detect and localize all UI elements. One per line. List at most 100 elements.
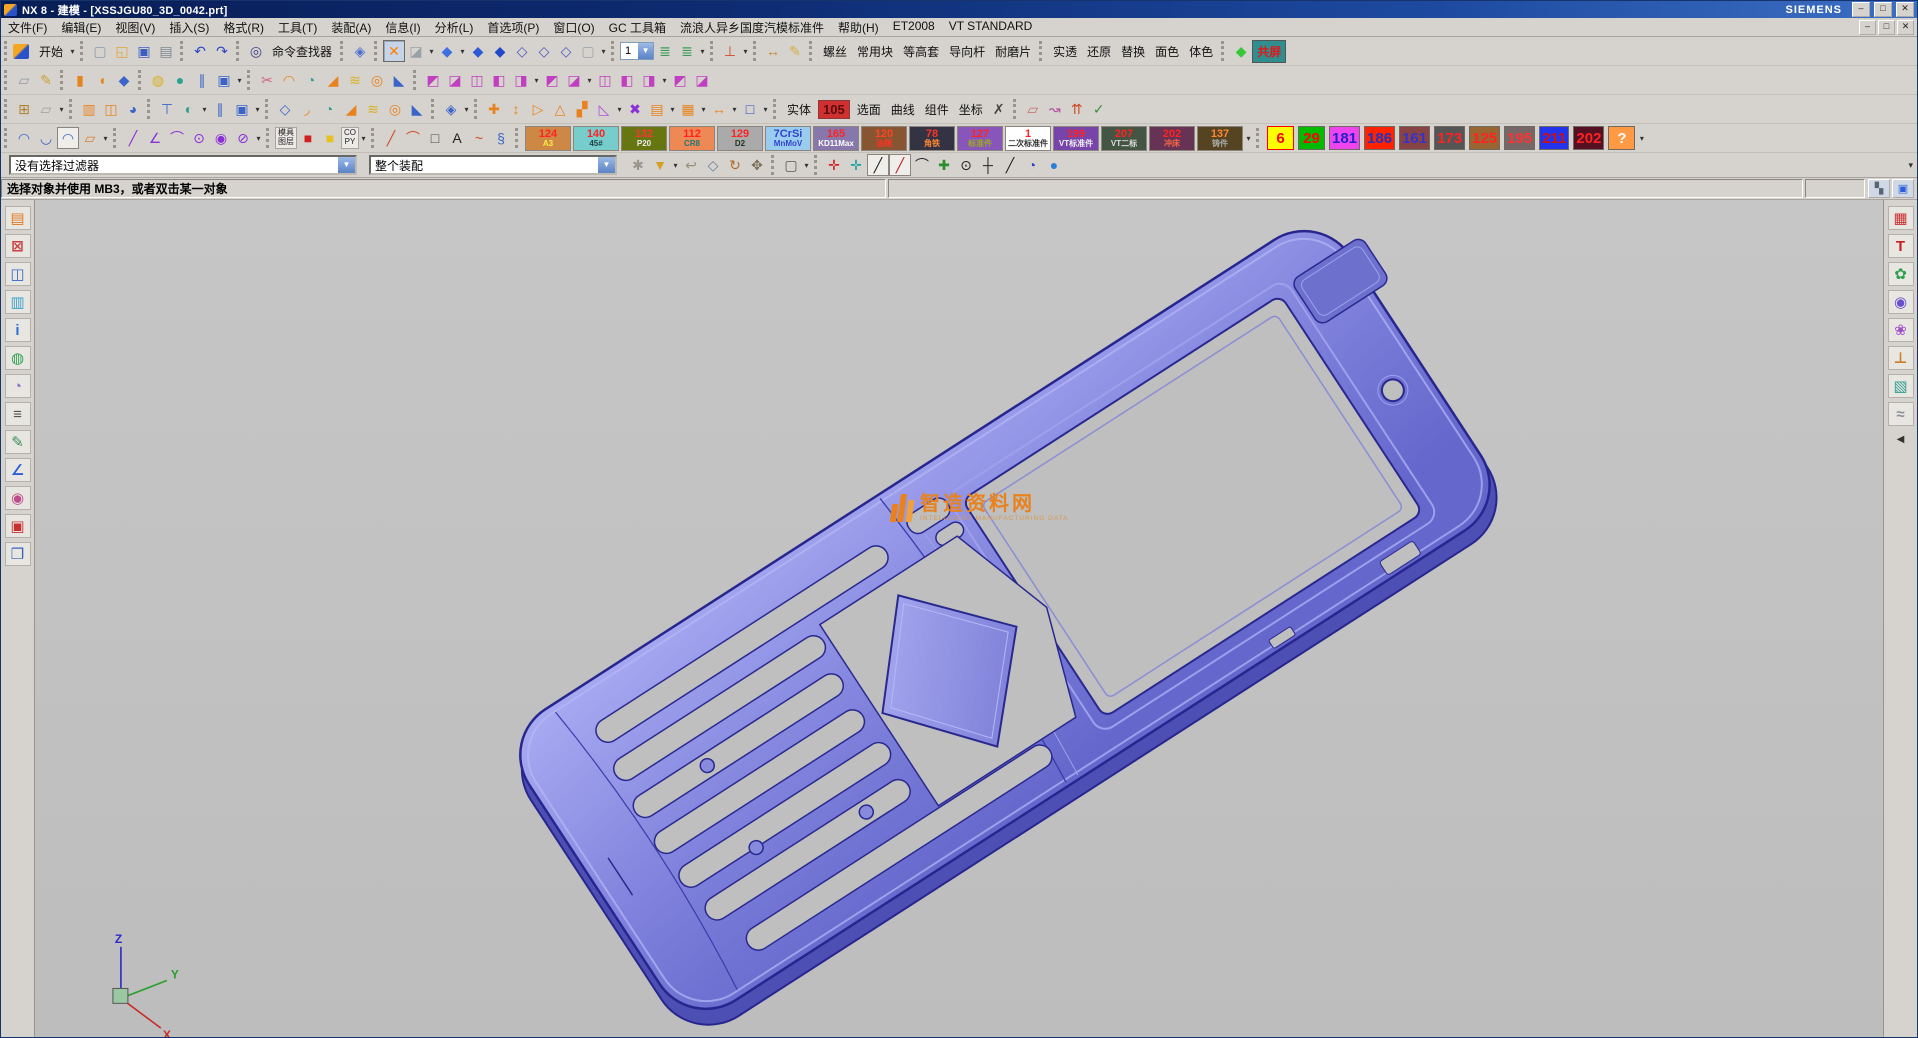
circle-dia-button-icon[interactable]: ⊘ — [232, 127, 254, 149]
circle-dot-button[interactable]: ◉ — [210, 127, 232, 149]
filter-funnel-button[interactable]: ▼ — [649, 154, 671, 176]
snap-cross-button[interactable]: ┼ — [977, 154, 999, 176]
undo-view-button[interactable]: ↩ — [680, 154, 702, 176]
extrude-button[interactable]: ▮ — [69, 69, 91, 91]
part-navigator-tab[interactable]: ◫ — [5, 262, 31, 286]
work-layer-combo[interactable]: 1▼ — [620, 42, 654, 60]
toolbar-grip[interactable] — [474, 99, 480, 119]
layout-button-icon[interactable]: ⊞ — [13, 98, 35, 120]
show-hide-button-icon[interactable]: ✕ — [383, 40, 405, 62]
marquee-select-button[interactable]: ▢ — [780, 154, 802, 176]
command-finder-button[interactable]: ◎命令查找器 — [245, 40, 337, 62]
styled-sweep-button-icon[interactable]: ◠ — [57, 127, 79, 149]
green-diamond-button[interactable]: ◆ — [1230, 40, 1252, 62]
snap-quadrant-button[interactable]: ◔ — [1021, 154, 1043, 176]
material-badge-140[interactable]: 14045# — [573, 126, 619, 151]
revolve-button[interactable]: ◖ — [91, 69, 113, 91]
rect-button[interactable]: □ — [424, 127, 446, 149]
layer-badge-161[interactable]: 161 — [1399, 126, 1430, 150]
toolbar-grip[interactable] — [371, 128, 377, 148]
toolbar-grip[interactable] — [710, 41, 716, 61]
edge-blend-button[interactable]: ◕ — [122, 98, 144, 120]
split-body-button[interactable]: ◫ — [100, 98, 122, 120]
measure-button[interactable]: ↔ — [762, 40, 784, 62]
chevron-down-icon[interactable]: ▾ — [1637, 134, 1646, 143]
mianse-button[interactable]: 面色 — [1150, 41, 1184, 62]
group-button[interactable]: ▣▾ — [213, 69, 244, 91]
text-tool-button[interactable]: A — [446, 127, 468, 149]
ruled-button[interactable]: ◡ — [35, 127, 57, 149]
material-badge-78[interactable]: 78角铁 — [909, 126, 955, 151]
wedge-button-icon[interactable]: ◣ — [406, 98, 428, 120]
unite-button[interactable]: ● — [169, 69, 191, 91]
layer-category-button-icon[interactable]: ≣ — [676, 40, 698, 62]
info-page-button-icon[interactable]: ▱ — [1022, 98, 1044, 120]
naimopian-button[interactable]: 耐磨片 — [990, 41, 1036, 62]
toolbar-grip[interactable] — [4, 128, 10, 148]
wedge-button[interactable]: ◣ — [406, 98, 428, 120]
check-button-icon[interactable]: ✓ — [1088, 98, 1110, 120]
chevron-down-icon[interactable]: ▾ — [427, 47, 436, 56]
helix-button-icon[interactable]: § — [490, 127, 512, 149]
selection-gear-button[interactable]: ✱ — [627, 154, 649, 176]
circle-button-icon[interactable]: ⊙ — [188, 127, 210, 149]
fold-button-icon[interactable]: ◞ — [296, 98, 318, 120]
chamfer-button-icon[interactable]: ◣ — [388, 69, 410, 91]
group-button-icon[interactable]: ▣ — [213, 69, 235, 91]
spline2-button[interactable]: ~ — [468, 127, 490, 149]
solid-label[interactable]: 实体 — [782, 99, 816, 120]
view-layer-button-icon[interactable]: ◈ — [440, 98, 462, 120]
changyongkuai-button[interactable]: 常用块 — [852, 41, 898, 62]
toolbar-grip[interactable] — [4, 99, 10, 119]
chevron-down-icon[interactable]: ▾ — [235, 76, 244, 85]
save-button[interactable]: ▣ — [133, 40, 155, 62]
sync-paste-face-button-icon[interactable]: ◫ — [594, 69, 616, 91]
undo-view-button[interactable]: ↩ — [680, 154, 702, 176]
toolbar-grip[interactable] — [515, 128, 521, 148]
wireframe-button-1-icon[interactable]: ◇ — [511, 40, 533, 62]
snap-plus-button[interactable]: ✚ — [933, 154, 955, 176]
toolbar-grip[interactable] — [374, 41, 380, 61]
frame-face-button[interactable]: □▾ — [739, 98, 770, 120]
chevron-down-icon[interactable]: ▾ — [741, 47, 750, 56]
frame-face-button[interactable]: □ — [739, 98, 761, 120]
move-face-button[interactable]: ✚ — [483, 98, 505, 120]
chevron-down-icon[interactable]: ▾ — [462, 105, 471, 114]
gongping-button[interactable]: 共屏 — [1252, 40, 1286, 63]
tise-button[interactable]: 体色 — [1184, 41, 1218, 62]
wireframe-button-1[interactable]: ◇ — [511, 40, 533, 62]
chevron-down-icon[interactable]: ▾ — [671, 161, 680, 170]
shell-button-icon[interactable]: ◔ — [300, 69, 322, 91]
web-browser-tab[interactable]: ◍ — [5, 346, 31, 370]
delete-face-button-icon[interactable]: △ — [549, 98, 571, 120]
palette-tab-7[interactable]: ▧ — [1888, 374, 1914, 398]
sync-mirror-face-button[interactable]: ◧ — [616, 69, 638, 91]
yellow-cube-button[interactable]: ■ — [319, 127, 341, 149]
pick-face-label[interactable]: 选面 — [852, 99, 886, 120]
patch-face-button-icon[interactable]: ▦ — [677, 98, 699, 120]
toolbar-grip[interactable] — [1013, 99, 1019, 119]
palette-tab-3[interactable]: ✿ — [1888, 262, 1914, 286]
trim-button[interactable]: ✂ — [256, 69, 278, 91]
circle-dot-button[interactable]: ◉ — [210, 127, 232, 149]
checker-flag-button[interactable]: ▚ — [1868, 179, 1890, 198]
wireframe-button-3[interactable]: ◇ — [555, 40, 577, 62]
spline2-button-icon[interactable]: ~ — [468, 127, 490, 149]
maximize-button[interactable]: □ — [1874, 2, 1892, 17]
red-cube-button[interactable]: ■ — [297, 127, 319, 149]
paste-button-icon[interactable]: ◈ — [349, 40, 371, 62]
cube-snap-button[interactable]: ◇ — [702, 154, 724, 176]
boolean-button[interactable]: ◐▾ — [178, 98, 209, 120]
tube-button-icon[interactable]: ◎ — [366, 69, 388, 91]
menu-item-3[interactable]: 视图(V) — [108, 18, 162, 37]
edge-blend-button-icon[interactable]: ◕ — [122, 98, 144, 120]
selection-gear-button[interactable]: ✱ — [627, 154, 649, 176]
delete-tag-button[interactable]: ✗ — [988, 98, 1010, 120]
datum-plane-button[interactable]: ▱▾ — [35, 98, 66, 120]
line2-button-icon[interactable]: ╱ — [380, 127, 402, 149]
naimopian-button[interactable]: 耐磨片 — [990, 41, 1036, 62]
split-body-button-icon[interactable]: ◫ — [100, 98, 122, 120]
sync-paste-face-button[interactable]: ◫ — [594, 69, 616, 91]
toolbar-grip[interactable] — [247, 70, 253, 90]
yellow-cube-button[interactable]: ■ — [319, 127, 341, 149]
